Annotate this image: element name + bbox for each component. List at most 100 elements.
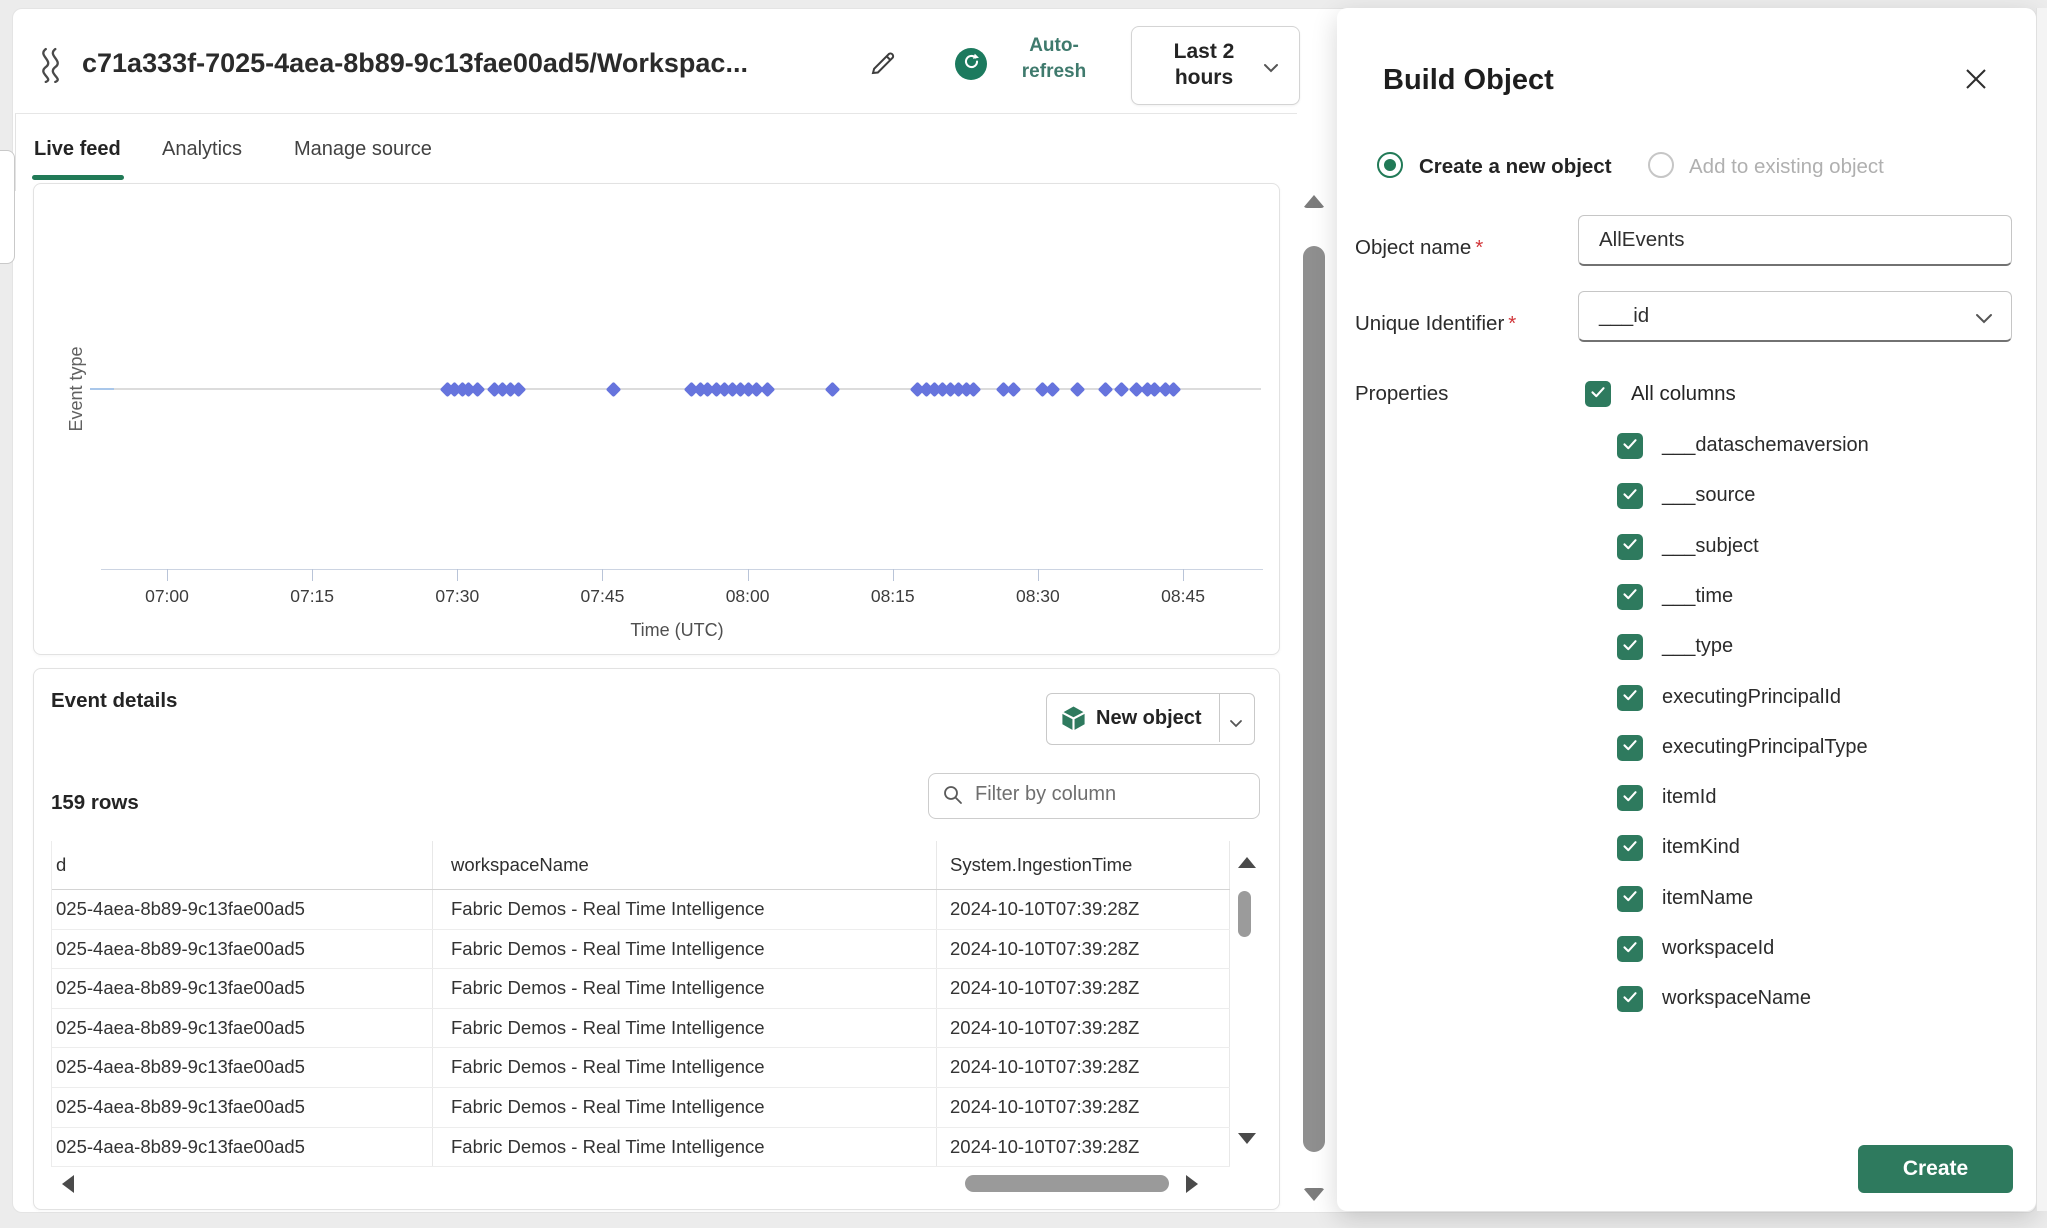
table-cell: 2024-10-10T07:39:28Z [937,930,1230,969]
table-cell: 2024-10-10T07:39:28Z [937,1048,1230,1087]
column-label: ___type [1662,635,1733,658]
checkmark-icon [1621,686,1639,709]
event-marker[interactable] [1098,381,1114,397]
chevron-down-icon[interactable] [1229,715,1243,733]
refresh-status-badge[interactable] [955,48,987,80]
table-row[interactable]: 025-4aea-8b89-9c13fae00ad5Fabric Demos -… [52,1009,1230,1049]
table-horizontal-scrollbar-thumb[interactable] [965,1175,1169,1192]
column-checkbox[interactable] [1617,584,1643,610]
table-vertical-scrollbar-thumb[interactable] [1238,891,1251,937]
x-tick [1038,569,1039,581]
chevron-down-icon [1263,60,1279,78]
radio-add-existing-object[interactable] [1648,152,1674,178]
refresh-icon [962,52,981,76]
x-tick [457,569,458,581]
x-tick [312,569,313,581]
event-marker[interactable] [1113,381,1129,397]
table-body: 025-4aea-8b89-9c13fae00ad5Fabric Demos -… [52,890,1230,1167]
auto-refresh-label[interactable]: Auto-refresh [1002,33,1106,85]
unique-identifier-dropdown[interactable]: ___id [1578,291,2012,342]
column-checkbox[interactable] [1617,534,1643,560]
table-row[interactable]: 025-4aea-8b89-9c13fae00ad5Fabric Demos -… [52,1048,1230,1088]
radio-create-new-object[interactable] [1377,152,1403,178]
column-checkbox[interactable] [1617,936,1643,962]
column-checkbox[interactable] [1617,634,1643,660]
table-scroll-down-arrow[interactable] [1238,1133,1256,1144]
cube-icon [1060,705,1087,737]
x-tick-label: 08:00 [708,586,788,607]
column-checkbox[interactable] [1617,886,1643,912]
event-marker[interactable] [1006,381,1022,397]
collapsed-sidebar-handle[interactable] [0,150,15,264]
y-axis-tick [90,388,114,390]
new-object-button[interactable]: New object [1046,693,1255,745]
object-name-input[interactable]: AllEvents [1578,215,2012,266]
filter-placeholder: Filter by column [975,783,1116,806]
table-row[interactable]: 025-4aea-8b89-9c13fae00ad5Fabric Demos -… [52,1088,1230,1128]
checkmark-icon [1621,535,1639,558]
x-axis-line [101,569,1263,570]
eventstream-icon [34,47,66,88]
column-label: itemId [1662,786,1716,809]
new-object-label: New object [1096,707,1202,730]
panel-scrollbar-gutter[interactable] [2036,8,2047,1211]
x-tick-label: 07:30 [417,586,497,607]
all-columns-checkbox[interactable] [1585,381,1611,407]
events-table: d workspaceName System.IngestionTime 025… [51,841,1230,1167]
column-label: ___dataschemaversion [1662,434,1869,457]
required-asterisk: * [1508,312,1516,335]
column-header: d [52,841,433,889]
table-row[interactable]: 025-4aea-8b89-9c13fae00ad5Fabric Demos -… [52,930,1230,970]
eventstream-title: c71a333f-7025-4aea-8b89-9c13fae00ad5/Wor… [82,48,748,79]
tab-live-feed[interactable]: Live feed [34,138,121,161]
table-cell: 025-4aea-8b89-9c13fae00ad5 [52,969,433,1008]
column-label: workspaceName [1662,987,1811,1010]
edit-title-button[interactable] [868,48,902,82]
column-checkbox[interactable] [1617,785,1643,811]
x-tick [1183,569,1184,581]
tab-manage-source[interactable]: Manage source [294,138,432,161]
filter-by-column-input[interactable]: Filter by column [928,773,1260,819]
radio-add-existing-label: Add to existing object [1689,155,1884,179]
table-scroll-up-arrow[interactable] [1238,857,1256,868]
live-feed-chart: Event type 07:0007:1507:3007:4508:0008:1… [33,183,1280,655]
table-cell: 025-4aea-8b89-9c13fae00ad5 [52,1048,433,1087]
left-divider [15,113,16,191]
column-checkbox[interactable] [1617,735,1643,761]
table-row[interactable]: 025-4aea-8b89-9c13fae00ad5Fabric Demos -… [52,890,1230,930]
table-cell: Fabric Demos - Real Time Intelligence [433,1048,937,1087]
split-button-divider [1219,694,1220,742]
x-tick-label: 07:00 [127,586,207,607]
table-cell: 025-4aea-8b89-9c13fae00ad5 [52,890,433,929]
create-button[interactable]: Create [1858,1145,2013,1193]
page-scroll-up-arrow[interactable] [1303,195,1325,208]
table-row[interactable]: 025-4aea-8b89-9c13fae00ad5Fabric Demos -… [52,969,1230,1009]
event-marker[interactable] [1070,381,1086,397]
page-scroll-down-arrow[interactable] [1303,1188,1325,1201]
close-icon[interactable] [1963,66,1995,98]
event-marker[interactable] [470,381,486,397]
all-columns-label: All columns [1631,382,1736,406]
checkmark-icon [1589,383,1607,406]
column-checkbox[interactable] [1617,433,1643,459]
column-checkbox[interactable] [1617,685,1643,711]
x-tick-label: 08:15 [853,586,933,607]
event-marker[interactable] [605,381,621,397]
event-marker[interactable] [1045,381,1061,397]
column-checkbox[interactable] [1617,986,1643,1012]
time-range-dropdown[interactable]: Last 2 hours [1131,26,1300,105]
column-checkbox[interactable] [1617,835,1643,861]
page-scrollbar-thumb[interactable] [1303,246,1325,1152]
table-scroll-right-arrow[interactable] [1186,1175,1198,1193]
column-checkbox[interactable] [1617,483,1643,509]
table-cell: 2024-10-10T07:39:28Z [937,1128,1230,1167]
table-cell: 025-4aea-8b89-9c13fae00ad5 [52,1128,433,1167]
table-scroll-left-arrow[interactable] [62,1175,74,1193]
table-cell: 025-4aea-8b89-9c13fae00ad5 [52,1088,433,1127]
event-marker[interactable] [760,381,776,397]
table-cell: Fabric Demos - Real Time Intelligence [433,1088,937,1127]
table-row[interactable]: 025-4aea-8b89-9c13fae00ad5Fabric Demos -… [52,1128,1230,1168]
event-marker[interactable] [825,381,841,397]
tab-analytics[interactable]: Analytics [162,138,242,161]
x-tick-label: 07:15 [272,586,352,607]
